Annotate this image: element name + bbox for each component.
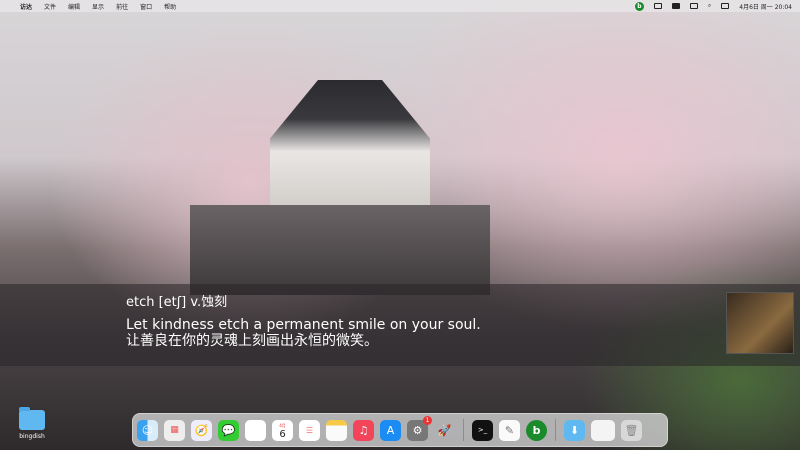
calendar-icon[interactable]: 4月 6	[272, 419, 293, 441]
reminders-icon[interactable]: ☰	[299, 419, 320, 441]
desktop-folder[interactable]: bingdish	[14, 407, 50, 440]
menu-go[interactable]: 前往	[116, 2, 128, 11]
control-center-icon[interactable]	[721, 3, 730, 9]
dock: ☺ ▦ 🧭 💬 ✿ 4月 6 ☰ ♫ A ⚙ 1 🚀 >_ ✎ b ⬇ 🗑	[132, 413, 668, 447]
desktop-folder-label: bingdish	[19, 433, 45, 440]
menu-help[interactable]: 帮助	[164, 2, 176, 11]
sentence-thumbnail-image	[726, 292, 794, 354]
screen-mirroring-icon[interactable]	[689, 3, 698, 9]
bing-status-icon[interactable]: b	[634, 1, 644, 11]
wallpaper-castle	[270, 80, 430, 210]
dock-separator	[555, 419, 556, 441]
rocket-app-icon[interactable]: 🚀	[434, 420, 455, 441]
folder-icon	[19, 407, 45, 430]
system-settings-icon[interactable]: ⚙ 1	[407, 415, 432, 441]
downloads-folder-icon[interactable]: ⬇	[564, 419, 585, 441]
notes-icon[interactable]	[326, 419, 347, 441]
bing-app-icon[interactable]: b	[526, 419, 547, 441]
window-preview-icon[interactable]	[591, 419, 615, 441]
menu-edit[interactable]: 编辑	[68, 2, 80, 11]
wallpaper-wall	[190, 205, 490, 295]
terminal-icon[interactable]: >_	[472, 419, 493, 441]
dock-separator	[463, 419, 464, 441]
input-method-icon[interactable]	[671, 3, 680, 9]
search-icon[interactable]: ⌕	[708, 2, 711, 10]
finder-icon[interactable]: ☺	[137, 419, 158, 441]
menu-view[interactable]: 显示	[92, 2, 104, 11]
sentence-english: Let kindness etch a permanent smile on y…	[126, 317, 481, 333]
app-store-icon[interactable]: A	[380, 419, 401, 441]
calendar-day: 6	[279, 429, 286, 440]
clock[interactable]: 4月6日 周一 20:04	[739, 2, 792, 11]
photos-icon[interactable]: ✿	[245, 419, 266, 441]
textedit-icon[interactable]: ✎	[499, 419, 520, 441]
messages-icon[interactable]: 💬	[218, 419, 239, 441]
music-icon[interactable]: ♫	[353, 419, 374, 441]
launchpad-icon[interactable]: ▦	[164, 419, 185, 441]
menu-file[interactable]: 文件	[44, 2, 56, 11]
safari-icon[interactable]: 🧭	[191, 419, 212, 441]
sentence-chinese: 让善良在你的灵魂上刻画出永恒的微笑。	[126, 333, 378, 349]
example-sentence: Let kindness etch a permanent smile on y…	[126, 317, 481, 349]
menu-bar: 访达 文件 编辑 显示 前往 窗口 帮助 b ⌕ 4月6日 周一 20:04	[0, 0, 800, 12]
menu-window[interactable]: 窗口	[140, 2, 152, 11]
display-icon[interactable]	[653, 3, 662, 9]
settings-badge: 1	[423, 415, 432, 425]
trash-icon[interactable]: 🗑	[621, 419, 642, 441]
menu-app-name[interactable]: 访达	[20, 2, 32, 11]
word-definition: etch [etʃ] v.蚀刻	[126, 295, 228, 310]
